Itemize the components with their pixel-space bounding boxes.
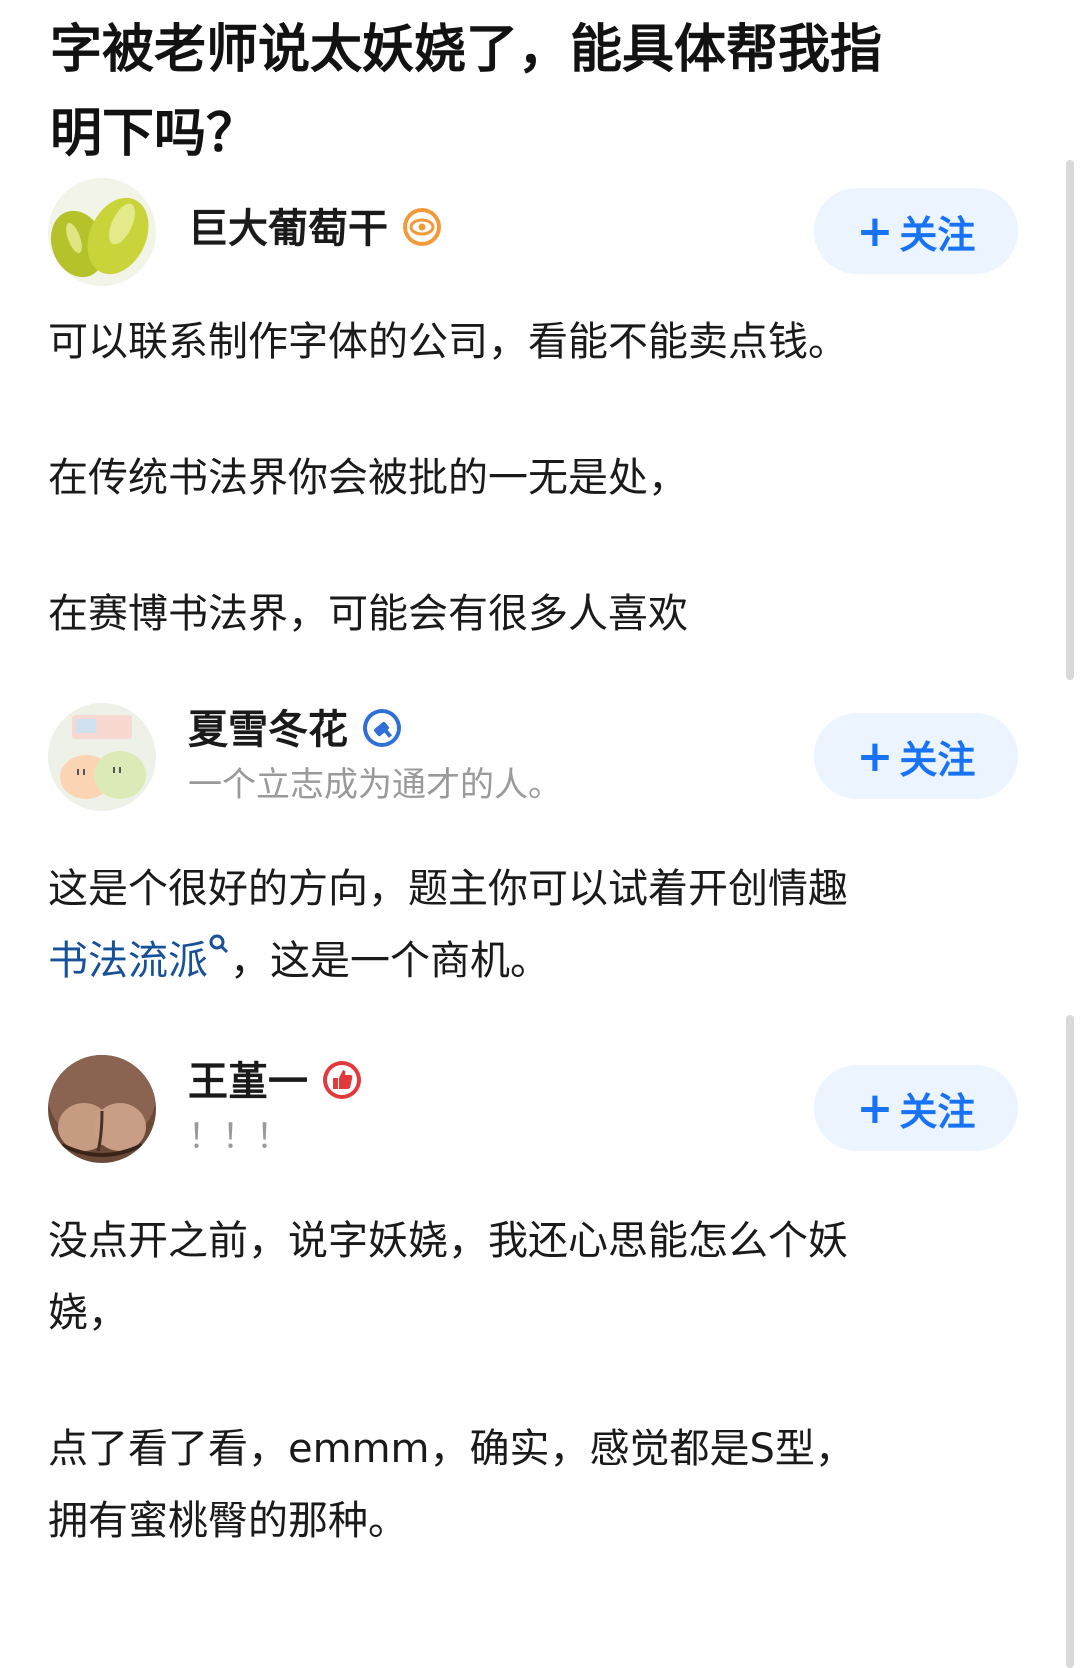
avatar[interactable] (48, 703, 156, 811)
answer-text: ，这是一个商机。 (230, 938, 550, 984)
author-name[interactable]: 夏雪冬花 (188, 705, 402, 755)
answer-paragraph: 这是个很好的方向，题主你可以试着开创情趣 (48, 866, 848, 912)
author-bio: 一个立志成为通才的人。 (188, 765, 562, 805)
answer-card: 夏雪冬花 一个立志成为通才的人。 + 关注 这是个很好的方向，题主你可以试着开创情… (48, 703, 1038, 997)
scrollbar-lower[interactable] (1066, 1015, 1074, 1668)
answer-paragraph: 书法流派 ，这是一个商机。 (48, 925, 1038, 997)
question-title: 字被老师说太妖娆了，能具体帮我指 明下吗？ (50, 8, 1030, 176)
answer-paragraph: 娆， (48, 1290, 128, 1336)
answer-paragraph: 在传统书法界你会被批的一无是处， (48, 455, 688, 501)
answer-paragraph: 没点开之前，说字妖娆，我还心思能怎么个妖 (48, 1218, 848, 1264)
question-title-line-1: 字被老师说太妖娆了，能具体帮我指 (50, 20, 883, 80)
search-link[interactable]: 书法流派 (48, 934, 230, 984)
thumbs-up-badge-icon (322, 1060, 362, 1100)
answer-card: 巨大葡萄干 + 关注 可以联系制作字体的公司，看能不能卖点钱。 在传统书法界你会被… (48, 178, 1038, 650)
avatar[interactable] (48, 1055, 156, 1163)
answer-paragraph: 点了看了看，emmm，确实，感觉都是S型， (48, 1426, 855, 1472)
follow-button[interactable]: + 关注 (814, 713, 1018, 799)
answer-card: 王堇一 ！！！ + 关注 没点开之前，说字妖娆，我还心思能怎么个妖 娆， 点了看了… (48, 1055, 1038, 1557)
author-name-text[interactable]: 巨大葡萄干 (188, 206, 388, 252)
follow-button[interactable]: + 关注 (814, 188, 1018, 274)
scrollbar-upper[interactable] (1066, 160, 1074, 680)
follow-button-label: 关注 (899, 737, 976, 782)
author-name[interactable]: 王堇一 (188, 1057, 362, 1107)
plus-icon: + (856, 205, 894, 257)
answer-paragraph: 可以联系制作字体的公司，看能不能卖点钱。 (48, 319, 848, 365)
question-title-line-2: 明下吗？ (50, 104, 259, 164)
author-row: 巨大葡萄干 + 关注 (48, 178, 1038, 290)
author-name-text[interactable]: 夏雪冬花 (188, 707, 348, 753)
hammer-badge-icon (362, 708, 402, 748)
author-name-text[interactable]: 王堇一 (188, 1059, 308, 1105)
author-row: 王堇一 ！！！ + 关注 (48, 1055, 1038, 1167)
plus-icon: + (856, 1082, 894, 1134)
follow-button-label: 关注 (899, 1089, 976, 1134)
answer-paragraph: 拥有蜜桃臀的那种。 (48, 1498, 408, 1544)
author-row: 夏雪冬花 一个立志成为通才的人。 + 关注 (48, 703, 1038, 815)
plus-icon: + (856, 730, 894, 782)
author-bio: ！！！ (188, 1117, 290, 1157)
avatar[interactable] (48, 178, 156, 286)
answer-paragraph: 在赛博书法界，可能会有很多人喜欢 (48, 591, 688, 637)
follow-button-label: 关注 (899, 212, 976, 257)
author-name[interactable]: 巨大葡萄干 (188, 204, 442, 254)
search-link-text[interactable]: 书法流派 (48, 938, 208, 984)
follow-button[interactable]: + 关注 (814, 1065, 1018, 1151)
eye-badge-icon (402, 207, 442, 247)
search-icon (209, 934, 229, 954)
